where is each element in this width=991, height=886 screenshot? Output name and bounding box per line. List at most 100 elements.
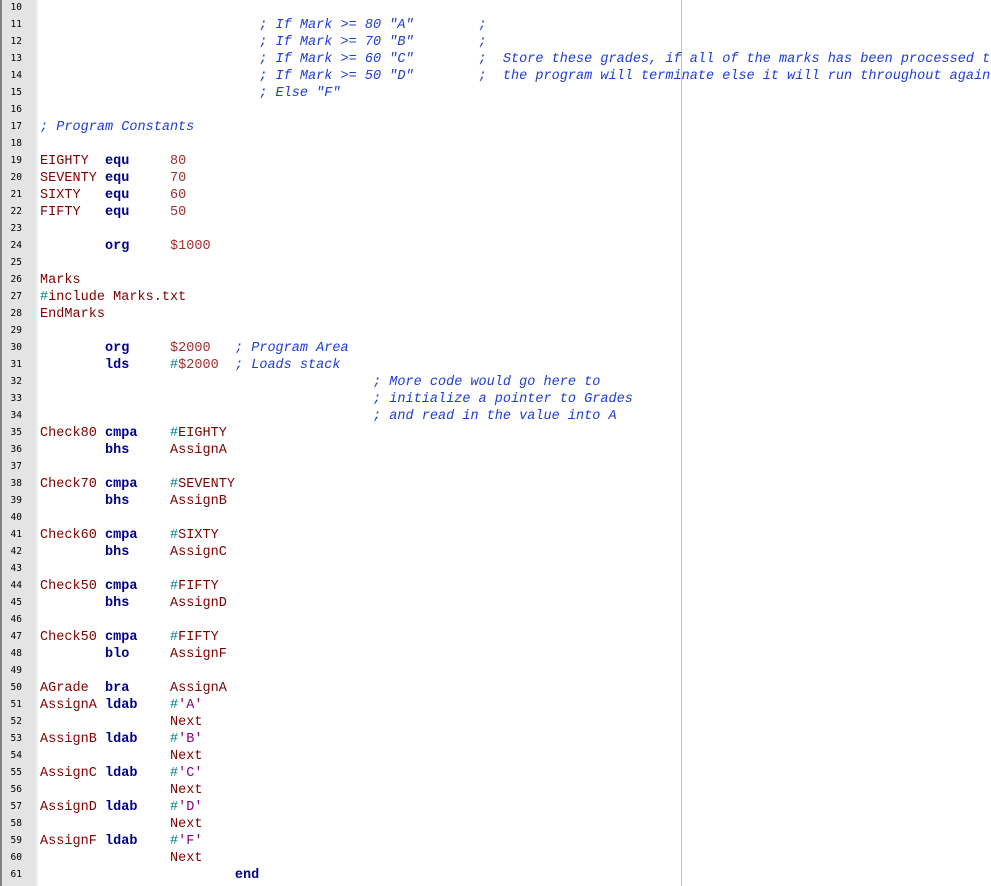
code-text: Check50 cmpa #FIFTY bbox=[40, 578, 219, 595]
code-line[interactable]: 16 bbox=[0, 102, 991, 119]
char-literal-token: 'D' bbox=[178, 800, 203, 815]
code-line[interactable]: 43 bbox=[0, 561, 991, 578]
code-line[interactable]: 19 EIGHTY equ 80 bbox=[0, 153, 991, 170]
code-line[interactable]: 54 Next bbox=[0, 748, 991, 765]
code-line[interactable]: 41 Check60 cmpa #SIXTY bbox=[0, 527, 991, 544]
code-line[interactable]: 49 bbox=[0, 663, 991, 680]
line-number: 13 bbox=[10, 53, 22, 64]
label-token: AssignC bbox=[40, 766, 105, 781]
immediate-hash-token: # bbox=[169, 426, 179, 441]
line-number: 57 bbox=[10, 801, 22, 812]
code-line[interactable]: 52 Next bbox=[0, 714, 991, 731]
code-line[interactable]: 31 lds #$2000 ; Loads stack bbox=[0, 357, 991, 374]
code-line[interactable]: 38 Check70 cmpa #SEVENTY bbox=[0, 476, 991, 493]
code-text: bhs AssignC bbox=[40, 544, 227, 561]
code-line[interactable]: 14 ; If Mark >= 50 "D" ; the program wil… bbox=[0, 68, 991, 85]
instruction-token: ldab bbox=[104, 800, 138, 815]
line-number: 49 bbox=[10, 665, 22, 676]
char-literal-token: 'A' bbox=[178, 698, 203, 713]
instruction-token: org bbox=[104, 239, 130, 254]
immediate-hash-token: # bbox=[40, 290, 49, 305]
line-number: 32 bbox=[10, 376, 22, 387]
code-text: end bbox=[40, 867, 259, 884]
code-text: #include Marks.txt bbox=[40, 289, 186, 306]
code-line[interactable]: 15 ; Else "F" bbox=[0, 85, 991, 102]
code-line[interactable]: 59 AssignF ldab #'F' bbox=[0, 833, 991, 850]
code-line[interactable]: 48 blo AssignF bbox=[0, 646, 991, 663]
code-line[interactable]: 34 ; and read in the value into A bbox=[0, 408, 991, 425]
code-line[interactable]: 24 org $1000 bbox=[0, 238, 991, 255]
code-line[interactable]: 61 end bbox=[0, 867, 991, 884]
code-line[interactable]: 25 bbox=[0, 255, 991, 272]
code-line[interactable]: 32 ; More code would go here to bbox=[0, 374, 991, 391]
instruction-token: bhs bbox=[104, 443, 130, 458]
code-line[interactable]: 22 FIFTY equ 50 bbox=[0, 204, 991, 221]
instruction-token: equ bbox=[104, 205, 130, 220]
instruction-token: ldab bbox=[104, 732, 138, 747]
code-line[interactable]: 55 AssignC ldab #'C' bbox=[0, 765, 991, 782]
code-text: bhs AssignD bbox=[40, 595, 227, 612]
code-line[interactable]: 44 Check50 cmpa #FIFTY bbox=[0, 578, 991, 595]
code-line[interactable]: 27 #include Marks.txt bbox=[0, 289, 991, 306]
code-line[interactable]: 35 Check80 cmpa #EIGHTY bbox=[0, 425, 991, 442]
code-line[interactable]: 53 AssignB ldab #'B' bbox=[0, 731, 991, 748]
code-line[interactable]: 57 AssignD ldab #'D' bbox=[0, 799, 991, 816]
code-line[interactable]: 40 bbox=[0, 510, 991, 527]
code-line[interactable]: 12 ; If Mark >= 70 "B" ; bbox=[0, 34, 991, 51]
line-number: 20 bbox=[10, 172, 22, 183]
line-number: 19 bbox=[10, 155, 22, 166]
code-line[interactable]: 13 ; If Mark >= 60 "C" ; Store these gra… bbox=[0, 51, 991, 68]
line-number: 34 bbox=[10, 410, 22, 421]
number-token: 50 bbox=[169, 205, 187, 220]
code-line[interactable]: 11 ; If Mark >= 80 "A" ; bbox=[0, 17, 991, 34]
code-line[interactable]: 39 bhs AssignB bbox=[0, 493, 991, 510]
code-line[interactable]: 21 SIXTY equ 60 bbox=[0, 187, 991, 204]
code-line[interactable]: 36 bhs AssignA bbox=[0, 442, 991, 459]
code-line[interactable]: 10 bbox=[0, 0, 991, 17]
number-token: $1000 bbox=[169, 239, 211, 254]
code-text: org $2000 ; Program Area bbox=[40, 340, 349, 357]
code-line[interactable]: 29 bbox=[0, 323, 991, 340]
code-line[interactable]: 56 Next bbox=[0, 782, 991, 799]
code-line[interactable]: 50 AGrade bra AssignA bbox=[0, 680, 991, 697]
code-text: EndMarks bbox=[40, 306, 105, 323]
immediate-hash-token: # bbox=[169, 732, 179, 747]
label-token: Marks bbox=[40, 273, 81, 288]
line-number: 24 bbox=[10, 240, 22, 251]
line-number: 11 bbox=[10, 19, 22, 30]
code-line[interactable]: 58 Next bbox=[0, 816, 991, 833]
code-line[interactable]: 42 bhs AssignC bbox=[0, 544, 991, 561]
code-line[interactable]: 45 bhs AssignD bbox=[0, 595, 991, 612]
code-line[interactable]: 30 org $2000 ; Program Area bbox=[0, 340, 991, 357]
code-line[interactable]: 60 Next bbox=[0, 850, 991, 867]
label-token: AssignB bbox=[169, 494, 227, 509]
immediate-hash-token: # bbox=[169, 528, 179, 543]
code-line[interactable]: 51 AssignA ldab #'A' bbox=[0, 697, 991, 714]
code-line[interactable]: 26 Marks bbox=[0, 272, 991, 289]
comment-token: ; If Mark >= 50 "D" ; the program will t… bbox=[259, 69, 991, 84]
code-line[interactable]: 28 EndMarks bbox=[0, 306, 991, 323]
label-token: Check50 bbox=[40, 630, 105, 645]
char-literal-token: 'F' bbox=[178, 834, 203, 849]
code-line[interactable]: 47 Check50 cmpa #FIFTY bbox=[0, 629, 991, 646]
code-line[interactable]: 20 SEVENTY equ 70 bbox=[0, 170, 991, 187]
line-number: 36 bbox=[10, 444, 22, 455]
code-line[interactable]: 46 bbox=[0, 612, 991, 629]
code-text: Check50 cmpa #FIFTY bbox=[40, 629, 219, 646]
code-line[interactable]: 23 bbox=[0, 221, 991, 238]
line-number: 18 bbox=[10, 138, 22, 149]
code-line[interactable]: 33 ; initialize a pointer to Grades bbox=[0, 391, 991, 408]
code-line[interactable]: 17 ; Program Constants bbox=[0, 119, 991, 136]
line-number: 39 bbox=[10, 495, 22, 506]
code-line[interactable]: 37 bbox=[0, 459, 991, 476]
code-line[interactable]: 18 bbox=[0, 136, 991, 153]
label-token: AssignF bbox=[40, 834, 105, 849]
label-token: AssignF bbox=[169, 647, 227, 662]
immediate-hash-token: # bbox=[169, 579, 179, 594]
